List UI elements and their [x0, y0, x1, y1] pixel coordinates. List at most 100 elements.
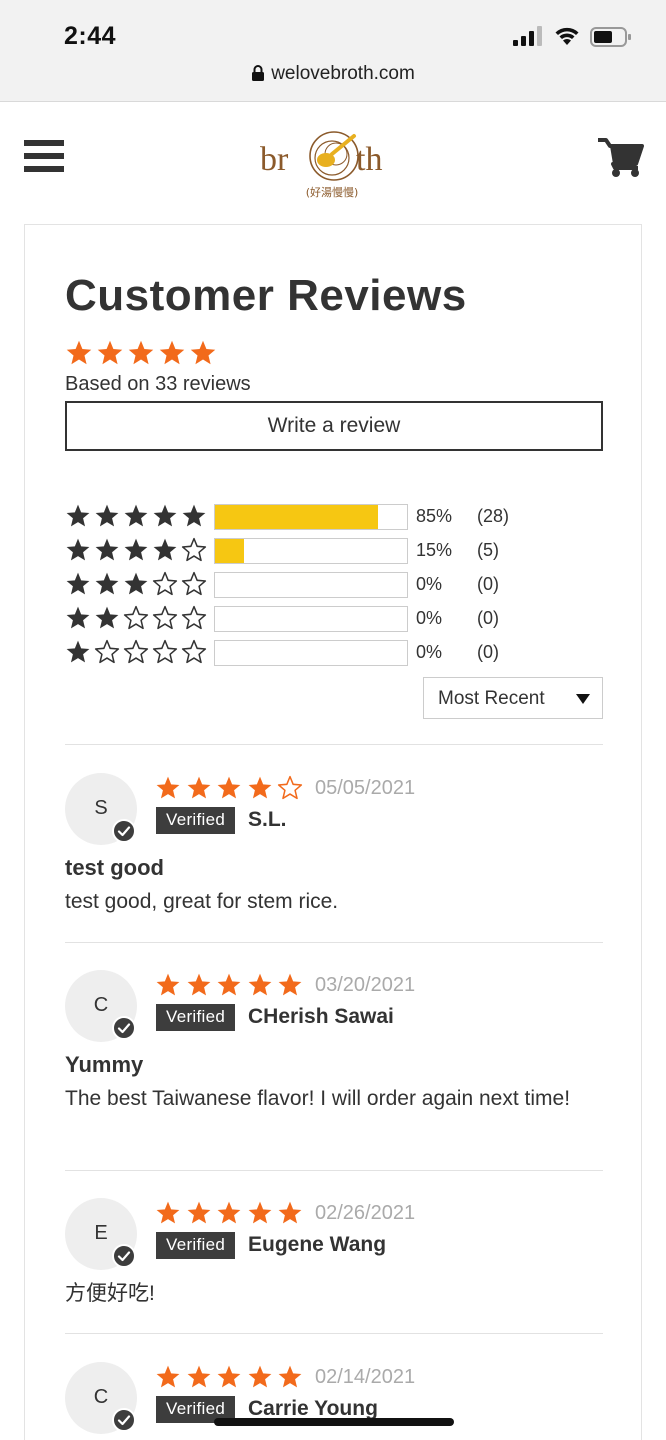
star-filled-icon [95, 572, 119, 595]
histogram-row-2-star[interactable]: 0% (0) [65, 603, 625, 637]
rating-histogram: 85% (28) 15% (5) 0% (0) 0% (0) 0% (0) [65, 501, 625, 671]
reviews-summary: Based on 33 reviews [65, 373, 251, 395]
review-body: The best Taiwanese flavor! I will order … [65, 1087, 571, 1110]
star-filled-icon [66, 340, 92, 365]
star-filled-icon [66, 538, 90, 561]
star-filled-icon [248, 1201, 271, 1224]
url-text: welovebroth.com [271, 63, 415, 84]
star-filled-icon [187, 973, 210, 996]
star-filled-icon [217, 776, 241, 799]
battery-icon [590, 27, 631, 47]
svg-text:th: th [356, 141, 382, 178]
reviewer-name: Eugene Wang [248, 1233, 387, 1256]
review-title: test good [65, 855, 164, 880]
shopping-cart-icon[interactable] [598, 138, 644, 178]
broth-logo[interactable]: br th (好湯慢慢) [258, 120, 408, 200]
star-filled-icon [95, 504, 119, 527]
avatar-initial: E [94, 1222, 108, 1244]
star-empty-icon [152, 605, 178, 630]
star-empty-icon [277, 775, 303, 800]
star-filled-icon [187, 1365, 210, 1388]
histogram-percent: 15% [416, 540, 453, 560]
star-filled-icon [248, 1365, 271, 1388]
write-review-button[interactable]: Write a review [65, 401, 603, 451]
average-rating-stars [65, 339, 217, 367]
review-date: 02/26/2021 [315, 1202, 416, 1224]
lock-icon [252, 65, 265, 81]
star-filled-icon [217, 1201, 241, 1224]
star-filled-icon [124, 504, 148, 527]
star-filled-icon [278, 1201, 302, 1224]
divider [65, 744, 603, 745]
chevron-down-icon [576, 694, 590, 704]
histogram-row-1-star[interactable]: 0% (0) [65, 637, 625, 671]
divider [65, 1333, 603, 1334]
star-filled-icon [217, 973, 241, 996]
reviews-widget: Customer Reviews Based on 33 reviews Wri… [24, 224, 642, 1440]
review-body: test good, great for stem rice. [65, 890, 339, 913]
star-filled-icon [66, 572, 90, 595]
review-date: 05/05/2021 [315, 777, 416, 799]
avatar: C [65, 1362, 137, 1434]
avatar: C [65, 970, 137, 1042]
histogram-bar [214, 640, 408, 666]
hamburger-menu-icon[interactable] [24, 140, 64, 174]
histogram-percent: 0% [416, 642, 443, 662]
histogram-row-3-star[interactable]: 0% (0) [65, 569, 625, 603]
histogram-percent: 0% [416, 608, 443, 628]
star-filled-icon [66, 504, 90, 527]
star-filled-icon [153, 538, 177, 561]
histogram-row-5-star[interactable]: 85% (28) [65, 501, 625, 535]
svg-text:br: br [260, 141, 289, 178]
sort-dropdown[interactable]: Most Recent [423, 677, 603, 719]
star-empty-icon [181, 571, 207, 596]
avatar-initial: C [93, 994, 109, 1016]
site-header: br th (好湯慢慢) [0, 102, 666, 222]
histogram-row-4-star[interactable]: 15% (5) [65, 535, 625, 569]
review-body: 方便好吃! [65, 1282, 155, 1305]
verified-badge: Verified [156, 1004, 236, 1031]
verified-check-icon [112, 1244, 136, 1268]
star-filled-icon [156, 973, 180, 996]
review-rating-stars [155, 972, 303, 998]
histogram-bar [214, 538, 408, 564]
star-filled-icon [124, 572, 148, 595]
star-empty-icon [152, 639, 178, 664]
star-empty-icon [123, 605, 149, 630]
address-bar[interactable]: welovebroth.com [0, 63, 666, 85]
histogram-stars [65, 537, 207, 563]
star-filled-icon [66, 606, 90, 629]
reviews-title: Customer Reviews [65, 271, 467, 320]
sort-label: Most Recent [438, 688, 545, 709]
review-rating-stars [155, 775, 303, 801]
review-date: 02/14/2021 [315, 1366, 416, 1388]
star-filled-icon [153, 504, 177, 527]
divider [65, 1170, 603, 1171]
histogram-stars [65, 605, 207, 631]
star-filled-icon [187, 776, 210, 799]
histogram-bar [214, 606, 408, 632]
star-filled-icon [190, 340, 216, 365]
wifi-icon [555, 27, 579, 45]
histogram-bar [214, 504, 408, 530]
svg-text:(好湯慢慢): (好湯慢慢) [306, 185, 359, 199]
star-filled-icon [128, 340, 154, 365]
histogram-count: (5) [477, 540, 499, 560]
star-filled-icon [124, 538, 148, 561]
review-rating-stars [155, 1364, 303, 1390]
reviewer-name: S.L. [248, 808, 287, 831]
histogram-bar-fill [215, 505, 379, 529]
star-filled-icon [187, 1201, 210, 1224]
review-title: Yummy [65, 1052, 144, 1077]
status-bar: 2:44 welovebroth.com [0, 0, 666, 102]
star-filled-icon [156, 776, 180, 799]
review-rating-stars [155, 1200, 303, 1226]
histogram-bar-fill [215, 539, 244, 563]
star-empty-icon [181, 605, 207, 630]
reviewer-name: CHerish Sawai [248, 1005, 394, 1028]
star-filled-icon [156, 1201, 180, 1224]
verified-check-icon [112, 1016, 136, 1040]
star-filled-icon [248, 973, 271, 996]
histogram-stars [65, 503, 207, 529]
histogram-count: (0) [477, 608, 499, 628]
